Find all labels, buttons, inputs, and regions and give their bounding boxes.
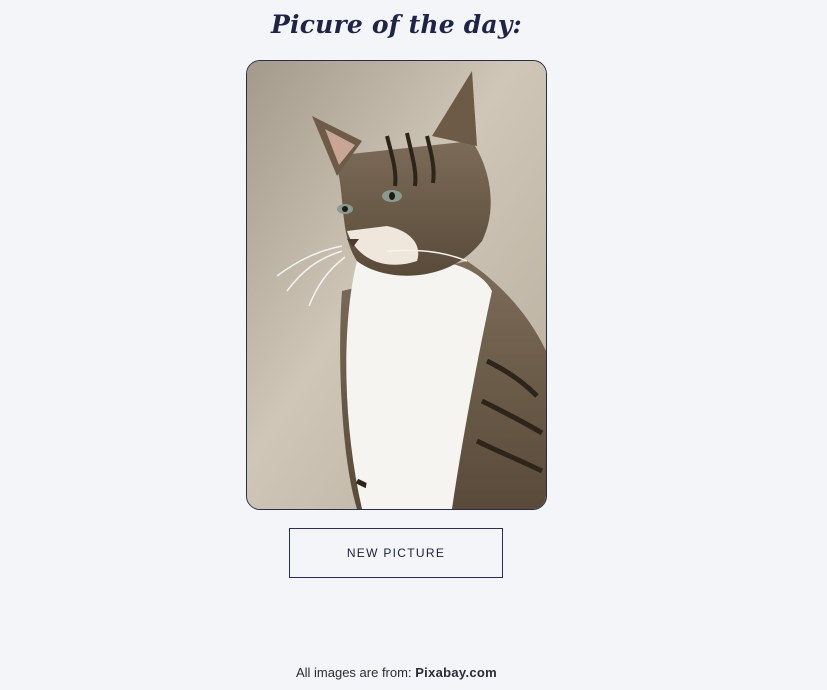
footer: All images are from: Pixabay.com: [0, 665, 793, 680]
new-picture-button[interactable]: NEW PICTURE: [289, 528, 503, 578]
pixabay-link[interactable]: Pixabay.com: [415, 665, 497, 680]
page-title: Picure of the day:: [271, 10, 522, 39]
footer-prefix: All images are from:: [295, 665, 412, 680]
cat-photo-icon: [247, 61, 546, 509]
page: Picure of the day: NEW PICTURE All image…: [0, 0, 827, 690]
picture-of-the-day-image: [246, 60, 547, 510]
